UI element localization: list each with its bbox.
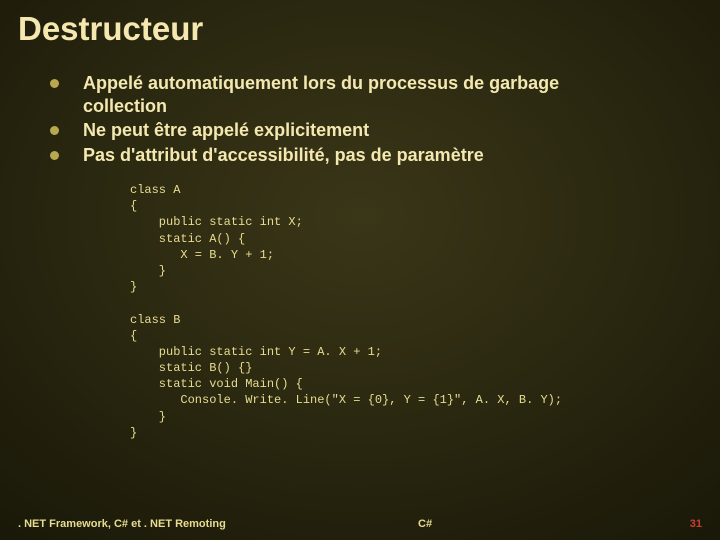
footer-center: C# bbox=[418, 518, 432, 530]
slide-title: Destructeur bbox=[0, 0, 720, 48]
bullet-icon bbox=[50, 79, 59, 88]
footer-left: . NET Framework, C# et . NET Remoting bbox=[18, 518, 226, 530]
bullet-icon bbox=[50, 126, 59, 135]
list-item: Pas d'attribut d'accessibilité, pas de p… bbox=[50, 144, 720, 167]
bullet-icon bbox=[50, 151, 59, 160]
footer: . NET Framework, C# et . NET Remoting C#… bbox=[18, 518, 702, 530]
code-block: class A { public static int X; static A(… bbox=[130, 182, 720, 441]
bullet-text: Appelé automatiquement lors du processus… bbox=[83, 72, 633, 117]
bullet-text: Pas d'attribut d'accessibilité, pas de p… bbox=[83, 144, 484, 167]
bullet-text: Ne peut être appelé explicitement bbox=[83, 119, 369, 142]
bullet-list: Appelé automatiquement lors du processus… bbox=[50, 72, 720, 166]
page-number: 31 bbox=[690, 518, 702, 530]
list-item: Appelé automatiquement lors du processus… bbox=[50, 72, 720, 117]
list-item: Ne peut être appelé explicitement bbox=[50, 119, 720, 142]
